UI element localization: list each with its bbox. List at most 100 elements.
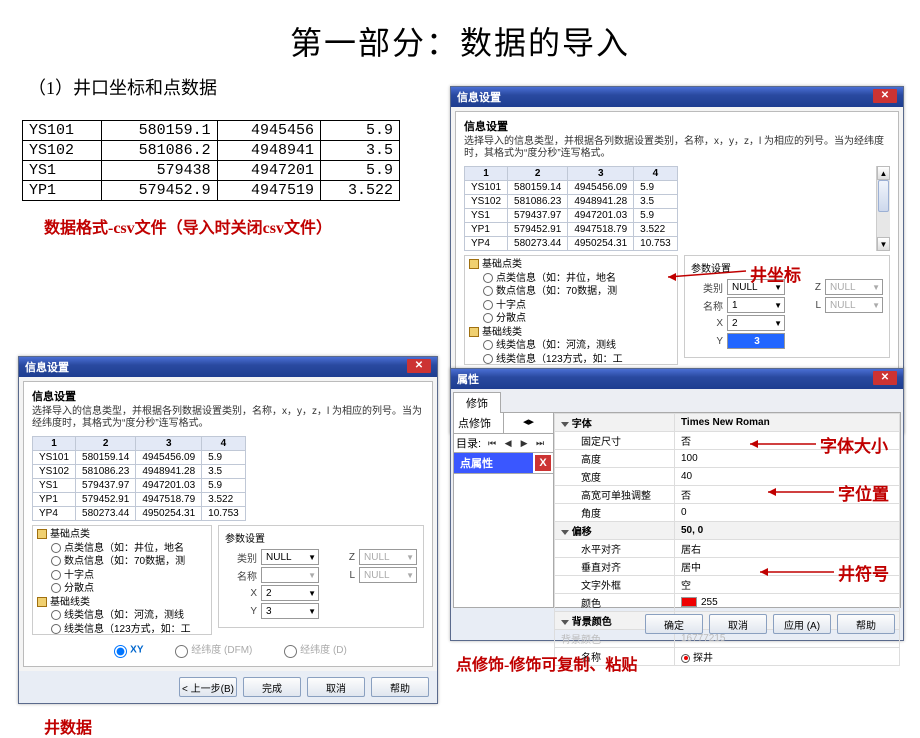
label-name: 名称	[225, 568, 257, 583]
tree-item[interactable]: 线类信息（123方式，如：工	[37, 623, 207, 636]
table-cell: 4948941.28	[568, 195, 634, 209]
delete-icon[interactable]: X	[535, 455, 551, 471]
scrollbar[interactable]: ▲ ▼	[876, 166, 890, 251]
prop-value[interactable]: 0	[675, 504, 900, 522]
nav-first-icon[interactable]: ⏮	[485, 436, 499, 450]
table-cell: 4947518.79	[136, 493, 202, 507]
radio-icon[interactable]	[483, 354, 493, 364]
nav-last-icon[interactable]: ⏭	[533, 436, 547, 450]
select-name[interactable]: 1▼	[727, 297, 785, 313]
prop-key: 字体	[555, 414, 675, 432]
collapse-icon[interactable]	[561, 620, 569, 625]
radio-icon[interactable]	[483, 273, 493, 283]
table-cell: 5.9	[202, 479, 246, 493]
close-icon[interactable]: ✕	[407, 359, 431, 373]
prop-value[interactable]: 居中	[675, 558, 900, 576]
point-decoration-tab[interactable]: 点修饰	[454, 413, 504, 433]
cancel-button[interactable]: 取消	[709, 614, 767, 634]
prop-value[interactable]: 空	[675, 576, 900, 594]
tree-item[interactable]: 十字点	[37, 569, 207, 583]
type-tree[interactable]: 基础点类点类信息（如：井位，地名数点信息（如：70数据，测十字点分散点基础线类线…	[464, 255, 678, 365]
tree-item[interactable]: 线类信息（如：河流，测线	[37, 609, 207, 623]
symbol-radio[interactable]	[681, 654, 690, 663]
prop-value[interactable]: 否	[675, 432, 900, 450]
col-header: 3	[136, 437, 202, 451]
finish-button[interactable]: 完成	[243, 677, 301, 697]
tree-item[interactable]: 十字点	[469, 299, 673, 313]
table-cell: YS101	[33, 451, 76, 465]
tree-item[interactable]: 线类信息（如：河流，测线	[469, 339, 673, 353]
prev-button[interactable]: < 上一步(B)	[179, 677, 237, 697]
radio-icon[interactable]	[483, 286, 493, 296]
prop-value[interactable]: 否	[675, 486, 900, 504]
tree-item[interactable]: 数点信息（如：70数据，测	[469, 285, 673, 299]
tab-decoration[interactable]: 修饰	[453, 392, 501, 413]
param-title: 参数设置	[225, 530, 417, 545]
tree-item[interactable]: 点类信息（如：井位，地名	[37, 542, 207, 556]
prop-value[interactable]: 100	[675, 450, 900, 468]
table-cell: 580159.14	[76, 451, 136, 465]
select-z[interactable]: NULL▼	[359, 549, 417, 565]
help-button[interactable]: 帮助	[837, 614, 895, 634]
nav-prev-icon[interactable]: ◀	[501, 436, 515, 450]
table-cell: 579437.97	[508, 209, 568, 223]
table-cell: YP1	[33, 493, 76, 507]
prop-value[interactable]: 探井	[675, 648, 900, 666]
tree-item[interactable]: 点类信息（如：井位，地名	[469, 272, 673, 286]
close-icon[interactable]: ✕	[873, 371, 897, 385]
select-x[interactable]: 2▼	[727, 315, 785, 331]
col-header: 4	[202, 437, 246, 451]
close-icon[interactable]: ✕	[873, 89, 897, 103]
radio-icon[interactable]	[483, 313, 493, 323]
tree-item[interactable]: 分散点	[37, 582, 207, 596]
radio-lonlat-d[interactable]	[284, 645, 297, 658]
tree-item[interactable]: 数点信息（如：70数据，测	[37, 555, 207, 569]
table-cell: 4947201	[217, 161, 320, 181]
ok-button[interactable]: 确定	[645, 614, 703, 634]
prop-key: 水平对齐	[555, 540, 675, 558]
radio-lonlat-dfm[interactable]	[175, 645, 188, 658]
radio-icon[interactable]	[483, 300, 493, 310]
prop-value[interactable]: 255	[675, 594, 900, 612]
select-y[interactable]: 3	[727, 333, 785, 349]
cancel-button[interactable]: 取消	[307, 677, 365, 697]
property-grid[interactable]: 字体Times New Roman 固定尺寸否 高度100 宽度40 高宽可单独…	[554, 413, 900, 607]
select-z[interactable]: NULL▼	[825, 279, 883, 295]
table-cell: YS101	[23, 121, 102, 141]
select-type[interactable]: NULL▼	[727, 279, 785, 295]
prop-value[interactable]: 50, 0	[675, 522, 900, 540]
color-swatch[interactable]	[681, 597, 697, 607]
radio-icon[interactable]	[51, 624, 61, 634]
apply-button[interactable]: 应用 (A)	[773, 614, 831, 634]
radio-icon[interactable]	[51, 583, 61, 593]
select-l[interactable]: NULL▼	[359, 567, 417, 583]
collapse-icon[interactable]	[561, 422, 569, 427]
selected-point-property[interactable]: 点属性	[454, 453, 533, 473]
select-name[interactable]: ▼	[261, 567, 319, 583]
help-button[interactable]: 帮助	[371, 677, 429, 697]
table-cell: 5.9	[634, 181, 678, 195]
select-y[interactable]: 3▼	[261, 603, 319, 619]
radio-xy[interactable]	[114, 645, 127, 658]
select-x[interactable]: 2▼	[261, 585, 319, 601]
label-y: Y	[225, 606, 257, 617]
radio-icon[interactable]	[483, 340, 493, 350]
prop-value[interactable]: 40	[675, 468, 900, 486]
tree-item[interactable]: 分散点	[469, 312, 673, 326]
type-tree[interactable]: 基础点类点类信息（如：井位，地名数点信息（如：70数据，测十字点分散点基础线类线…	[32, 525, 212, 635]
radio-icon[interactable]	[51, 556, 61, 566]
tab-more-icon[interactable]: ◂▸	[504, 413, 553, 433]
table-cell: 4947201.03	[568, 209, 634, 223]
radio-icon[interactable]	[51, 610, 61, 620]
tree-item[interactable]: 线类信息（123方式，如：工	[469, 353, 673, 366]
prop-value[interactable]: 居右	[675, 540, 900, 558]
nav-next-icon[interactable]: ▶	[517, 436, 531, 450]
radio-icon[interactable]	[51, 543, 61, 553]
dialog-description: 选择导入的信息类型，并根据各列数据设置类别，名称，x，y，z，l 为相应的列号。…	[464, 136, 890, 160]
col-header: 2	[508, 167, 568, 181]
select-type[interactable]: NULL▼	[261, 549, 319, 565]
collapse-icon[interactable]	[561, 530, 569, 535]
prop-value[interactable]: Times New Roman	[675, 414, 900, 432]
select-l[interactable]: NULL▼	[825, 297, 883, 313]
radio-icon[interactable]	[51, 570, 61, 580]
